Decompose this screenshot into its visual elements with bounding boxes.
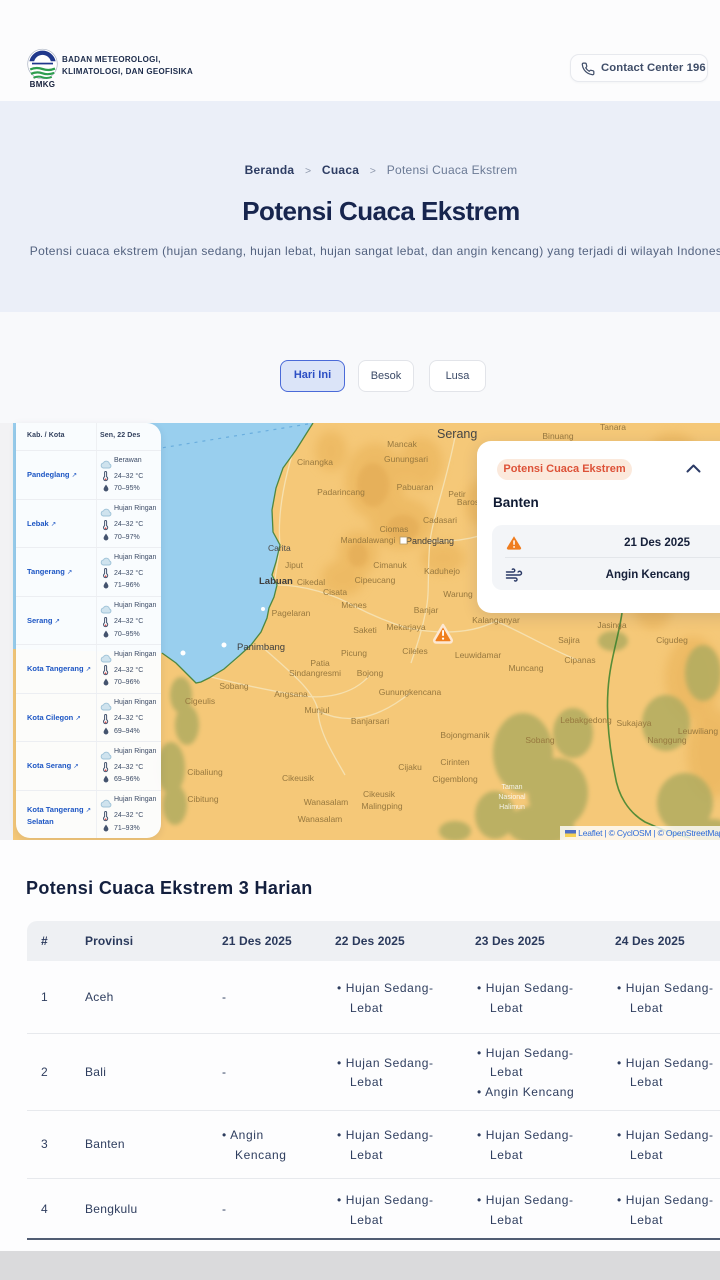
- svg-text:Jasinga: Jasinga: [597, 620, 627, 630]
- svg-text:Pagelaran: Pagelaran: [272, 608, 311, 618]
- svg-text:Saketi: Saketi: [353, 625, 377, 635]
- svg-text:Banjar: Banjar: [414, 605, 439, 615]
- svg-text:Angsana: Angsana: [274, 689, 308, 699]
- svg-text:Cijaku: Cijaku: [398, 762, 422, 772]
- svg-text:Leuwidamar: Leuwidamar: [455, 650, 501, 660]
- svg-text:Gunungkencana: Gunungkencana: [379, 687, 442, 697]
- svg-text:Gunungsari: Gunungsari: [384, 454, 428, 464]
- svg-text:Carita: Carita: [268, 543, 291, 553]
- svg-text:Cirinten: Cirinten: [440, 757, 470, 767]
- svg-text:Munjul: Munjul: [304, 705, 329, 715]
- svg-text:Cileles: Cileles: [402, 646, 428, 656]
- svg-text:Taman: Taman: [501, 784, 522, 791]
- svg-text:Sukajaya: Sukajaya: [617, 718, 652, 728]
- svg-text:Sobang: Sobang: [525, 735, 555, 745]
- svg-text:Cinangka: Cinangka: [297, 457, 333, 467]
- svg-text:Serang: Serang: [437, 427, 477, 441]
- svg-text:Muncang: Muncang: [509, 663, 544, 673]
- svg-text:Cisata: Cisata: [323, 587, 347, 597]
- svg-text:Halimun: Halimun: [499, 804, 525, 811]
- svg-text:Cadasari: Cadasari: [423, 515, 457, 525]
- svg-text:Mekarjaya: Mekarjaya: [386, 622, 425, 632]
- svg-text:Panimbang: Panimbang: [237, 642, 285, 653]
- svg-text:Malingping: Malingping: [361, 801, 402, 811]
- svg-text:Cibitung: Cibitung: [187, 794, 218, 804]
- svg-text:Cibaliung: Cibaliung: [187, 767, 223, 777]
- svg-text:Wanasalam: Wanasalam: [304, 797, 349, 807]
- svg-text:Baros: Baros: [457, 497, 479, 507]
- svg-text:Pandeglang: Pandeglang: [406, 536, 454, 546]
- svg-text:Cigudeg: Cigudeg: [656, 635, 688, 645]
- svg-text:Menes: Menes: [341, 600, 367, 610]
- svg-text:Kaduhejo: Kaduhejo: [424, 566, 460, 576]
- svg-text:Bojong: Bojong: [357, 668, 384, 678]
- svg-text:Lebakgedong: Lebakgedong: [560, 715, 612, 725]
- svg-text:Mandalawangi: Mandalawangi: [341, 535, 396, 545]
- svg-text:Warung: Warung: [443, 589, 473, 599]
- svg-text:Cipeucang: Cipeucang: [355, 575, 396, 585]
- svg-text:Cigeulis: Cigeulis: [185, 696, 215, 706]
- svg-text:Kalanganyar: Kalanganyar: [472, 615, 520, 625]
- svg-text:Nasional: Nasional: [498, 794, 526, 801]
- svg-text:Cikeusik: Cikeusik: [363, 789, 396, 799]
- svg-text:Pabuaran: Pabuaran: [397, 482, 434, 492]
- svg-text:Sajira: Sajira: [558, 635, 580, 645]
- svg-text:BMKG: BMKG: [30, 80, 56, 88]
- svg-text:Padarincang: Padarincang: [317, 487, 365, 497]
- svg-text:Mancak: Mancak: [387, 439, 418, 449]
- svg-text:Binuang: Binuang: [542, 431, 573, 441]
- svg-text:Tanara: Tanara: [600, 423, 626, 432]
- svg-text:Ciomas: Ciomas: [380, 524, 409, 534]
- svg-text:Banjarsari: Banjarsari: [351, 716, 389, 726]
- svg-text:Cimanuk: Cimanuk: [373, 560, 407, 570]
- svg-text:Sobang: Sobang: [219, 681, 249, 691]
- svg-text:Cikedal: Cikedal: [297, 577, 325, 587]
- svg-text:Jiput: Jiput: [285, 560, 304, 570]
- svg-text:Cikeusik: Cikeusik: [282, 773, 315, 783]
- svg-text:Bojongmanik: Bojongmanik: [440, 730, 490, 740]
- svg-text:Cipanas: Cipanas: [564, 655, 595, 665]
- svg-text:Labuan: Labuan: [259, 576, 293, 587]
- svg-text:Picung: Picung: [341, 648, 367, 658]
- svg-text:Patia: Patia: [310, 658, 330, 668]
- svg-text:Sindangresmi: Sindangresmi: [289, 668, 341, 678]
- svg-text:Cigemblong: Cigemblong: [432, 774, 478, 784]
- svg-text:Wanasalam: Wanasalam: [298, 814, 343, 824]
- svg-text:Nanggung: Nanggung: [647, 735, 687, 745]
